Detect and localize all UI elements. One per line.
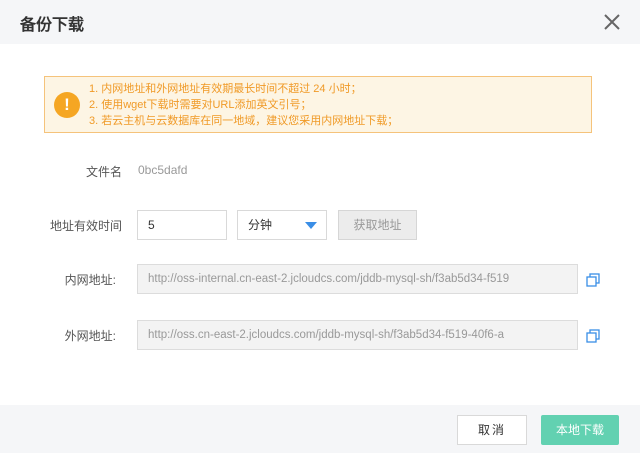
dialog-title: 备份下载	[20, 17, 85, 34]
alert-line: 2. 使用wget下载时需要对URL添加英文引号；	[89, 99, 312, 111]
cancel-button[interactable]: 取消	[457, 415, 527, 445]
copy-icon[interactable]	[586, 273, 600, 287]
filename-label: 文件名	[85, 165, 122, 179]
external-url-field[interactable]: http://oss.cn-east-2.jcloudcs.com/jddb-m…	[137, 320, 578, 350]
unit-select-value: 分钟	[248, 218, 273, 232]
internal-url-label: 内网地址:	[64, 273, 116, 287]
validity-label: 地址有效时间	[49, 219, 122, 233]
alert-line: 3. 若云主机与云数据库在同一地域，建议您采用内网地址下载；	[89, 115, 399, 127]
alert-lines: 1. 内网地址和外网地址有效期最长时间不超过 24 小时； 2. 使用wget下…	[89, 81, 398, 129]
dialog-header: 备份下载	[0, 0, 640, 44]
local-download-button[interactable]: 本地下载	[541, 415, 619, 445]
warning-icon: !	[54, 92, 80, 118]
get-address-button[interactable]: 获取地址	[338, 210, 417, 240]
copy-icon[interactable]	[586, 329, 600, 343]
filename-value: 0bc5dafd	[138, 163, 188, 177]
unit-select[interactable]: 分钟	[237, 210, 327, 240]
chevron-down-icon	[305, 222, 317, 229]
external-url-label: 外网地址:	[64, 329, 116, 343]
warning-alert: ! 1. 内网地址和外网地址有效期最长时间不超过 24 小时； 2. 使用wge…	[44, 76, 592, 133]
internal-url-field[interactable]: http://oss-internal.cn-east-2.jcloudcs.c…	[137, 264, 578, 294]
close-icon[interactable]	[602, 12, 622, 32]
validity-input[interactable]: 5	[137, 210, 227, 240]
alert-line: 1. 内网地址和外网地址有效期最长时间不超过 24 小时；	[89, 83, 362, 95]
